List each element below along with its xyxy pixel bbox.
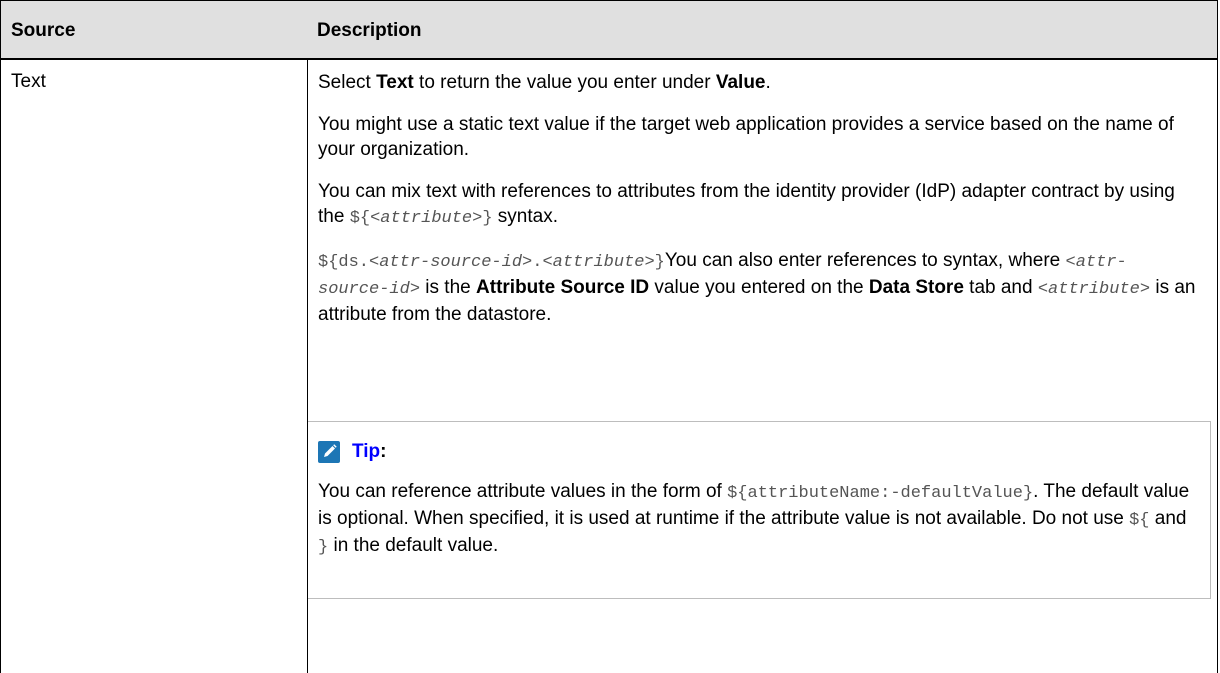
text-span: is the xyxy=(420,277,477,298)
text-span: You can also enter references to syntax,… xyxy=(664,250,1066,271)
tip-label: Tip xyxy=(352,441,381,462)
description-paragraph-1: Select Text to return the value you ente… xyxy=(318,70,1198,95)
tip-heading: Tip: xyxy=(318,438,386,466)
code-span: ${ xyxy=(1129,511,1150,530)
text-span: value you entered on the xyxy=(649,277,869,298)
pencil-icon xyxy=(318,441,340,463)
description-paragraph-4: ${ds.<attr-source-id>.<attribute>}You ca… xyxy=(318,248,1198,327)
text-span: You can reference attribute values in th… xyxy=(318,481,728,502)
code-span: } xyxy=(654,253,665,272)
code-variable: <attribute> xyxy=(1037,280,1151,299)
source-cell: Text xyxy=(11,71,46,92)
code-span: } xyxy=(318,538,329,557)
bold-data-store: Data Store xyxy=(868,277,964,298)
code-span: ${attributeName:-defaultValue} xyxy=(727,484,1034,503)
text-span: . xyxy=(765,72,771,93)
text-span: Select xyxy=(318,72,377,93)
text-span: and xyxy=(1149,508,1187,529)
description-paragraph-2: You might use a static text value if the… xyxy=(318,114,1174,160)
code-span: ${ xyxy=(349,209,371,228)
text-span: in the default value. xyxy=(328,535,499,556)
bold-text-term: Text xyxy=(376,72,414,93)
tip-colon: : xyxy=(380,441,387,462)
description-paragraph-3: You can mix text with references to attr… xyxy=(318,179,1198,231)
code-span: ${ds. xyxy=(318,253,370,272)
text-span: tab and xyxy=(963,277,1038,298)
tip-text: You can reference attribute values in th… xyxy=(318,479,1198,560)
tip-box: Tip: You can reference attribute values … xyxy=(308,421,1211,599)
text-span: to return the value you enter under xyxy=(413,72,716,93)
code-span: } xyxy=(482,209,493,228)
bold-attribute-source-id: Attribute Source ID xyxy=(476,277,650,298)
table-header: Source Description xyxy=(1,0,1217,60)
code-variable: <attribute> xyxy=(542,253,655,272)
header-source: Source xyxy=(11,20,76,41)
code-variable: <attr-source-id> xyxy=(369,253,533,272)
header-description: Description xyxy=(317,20,422,41)
description-cell: Select Text to return the value you ente… xyxy=(318,70,1198,344)
bold-value-term: Value xyxy=(715,72,766,93)
text-span: syntax. xyxy=(492,206,559,227)
code-variable: <attribute> xyxy=(370,209,483,228)
attribute-source-table: Source Description Text Select Text to r… xyxy=(0,0,1218,673)
code-span: . xyxy=(532,253,543,272)
